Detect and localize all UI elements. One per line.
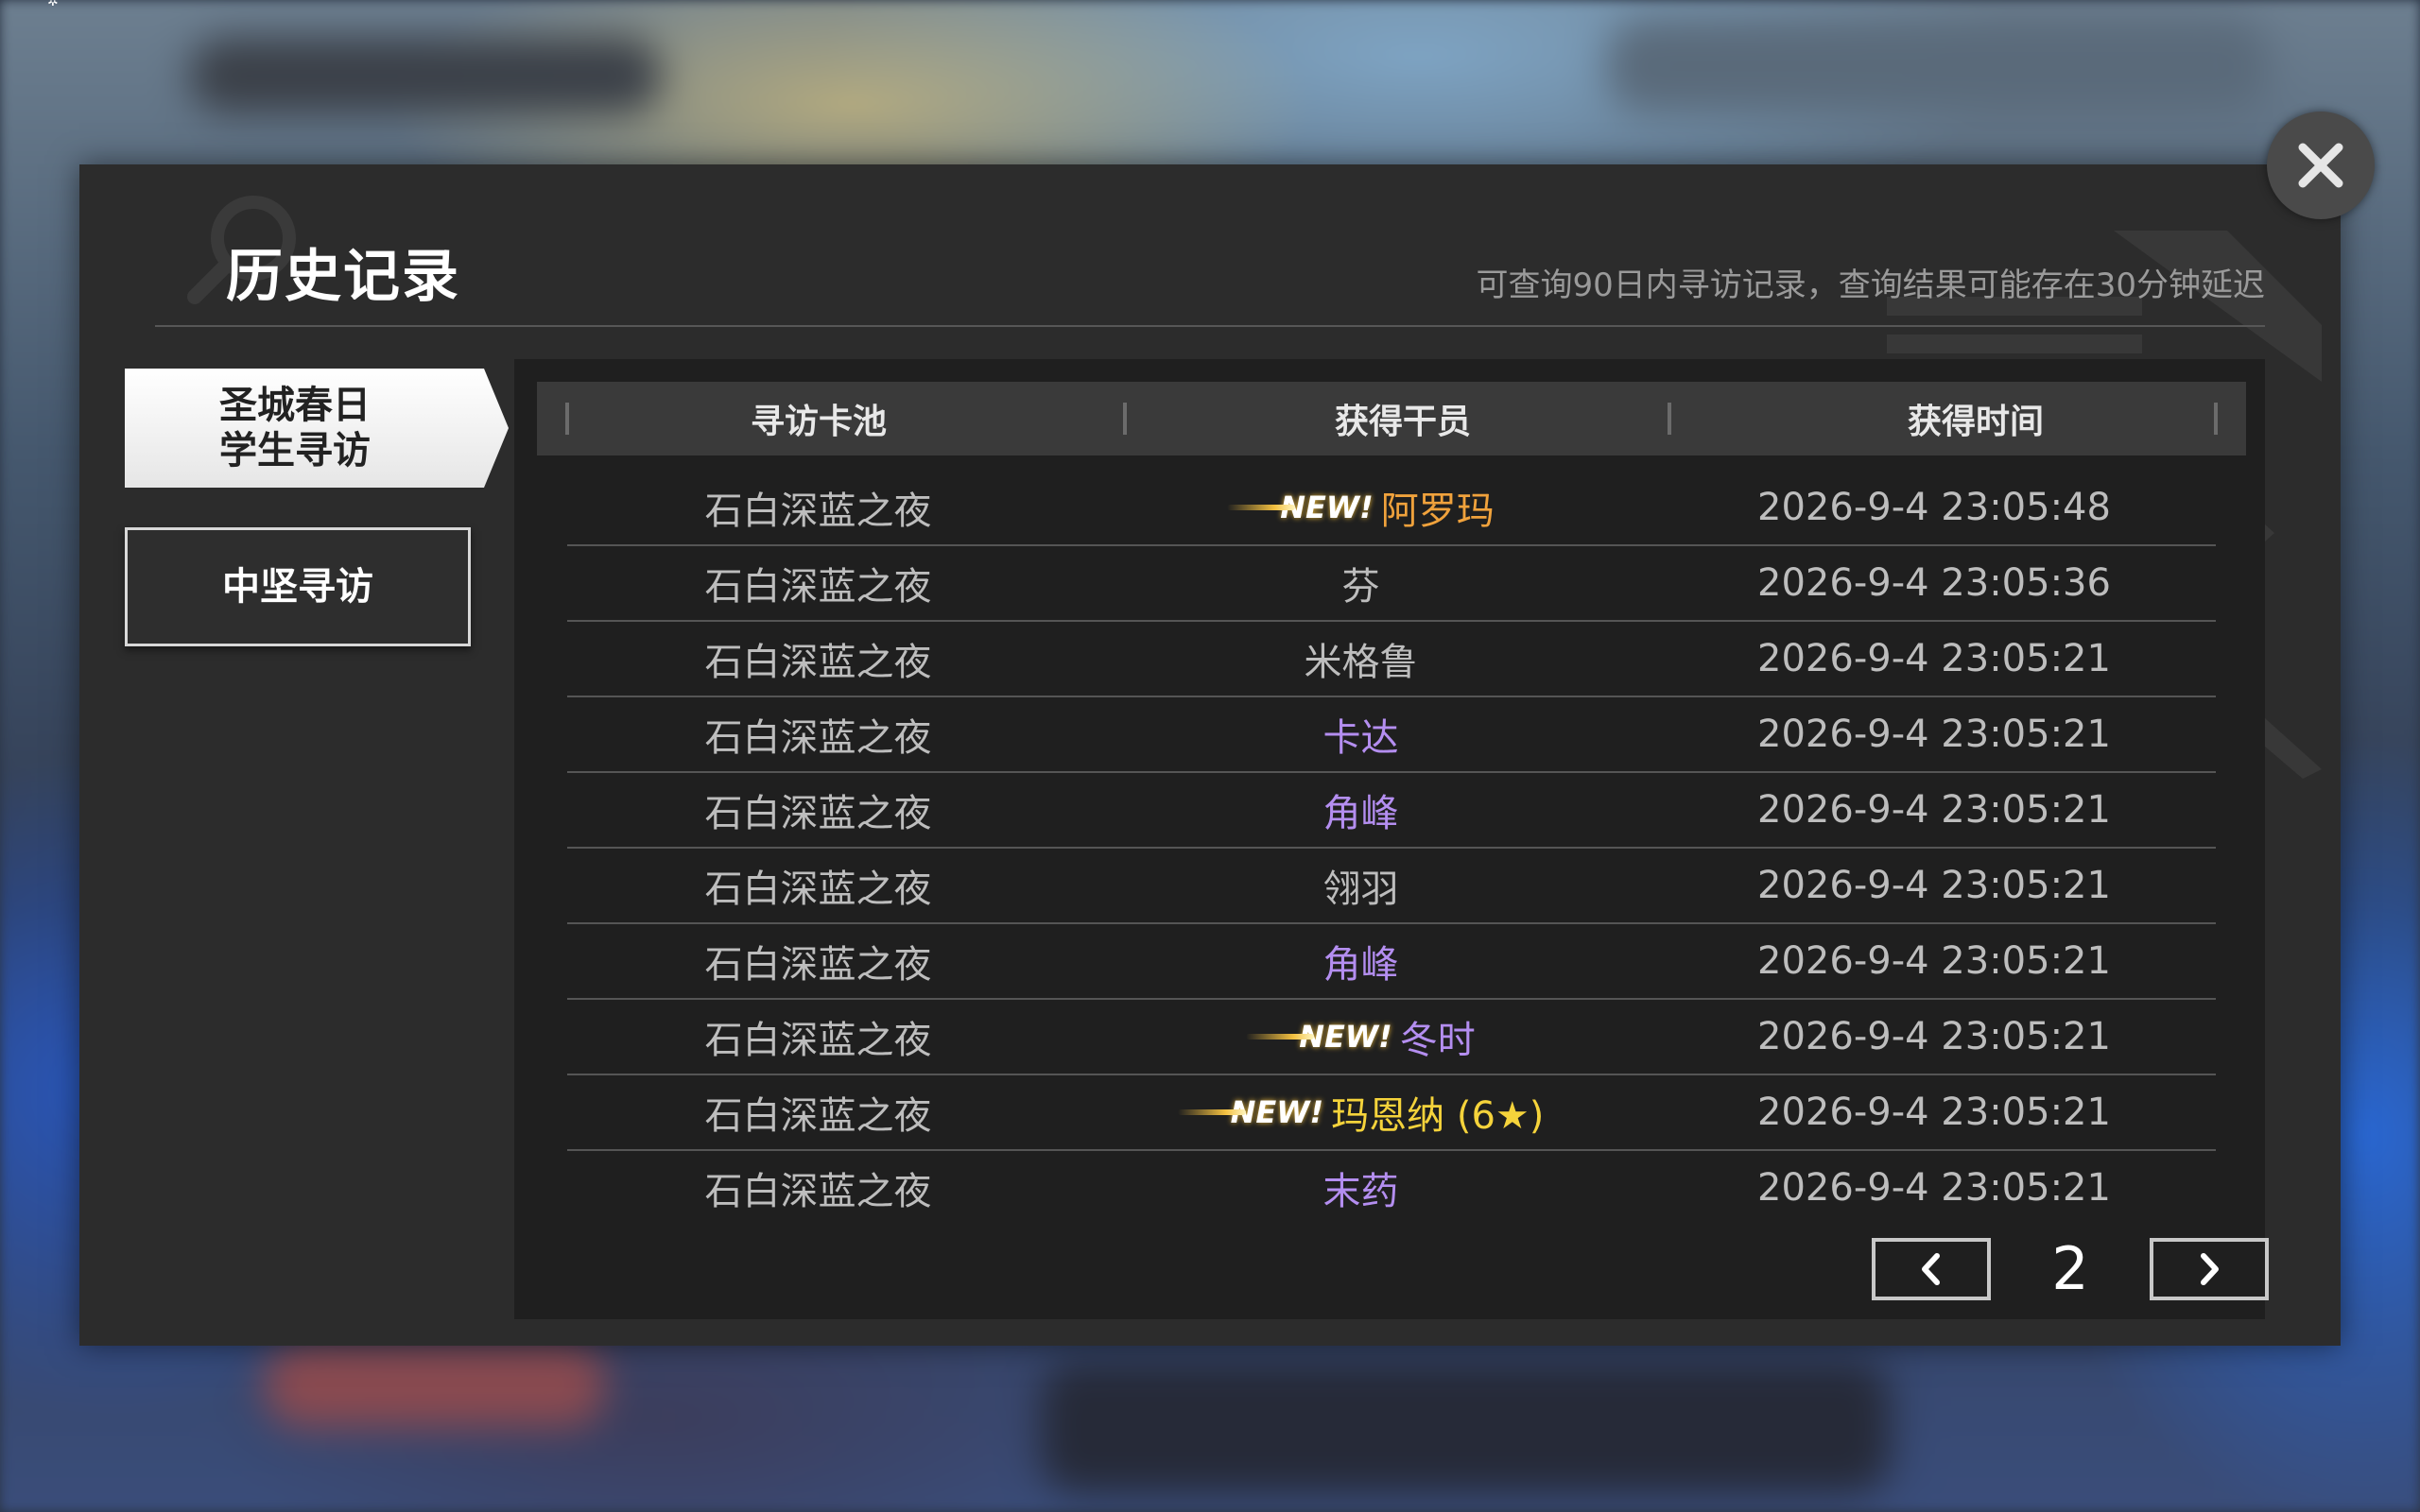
operator-name: 角峰: [1322, 943, 1399, 987]
pool-name: 石白深蓝之夜: [704, 716, 932, 760]
table-row: 石白深蓝之夜 角峰 2026-9-4 23:05:21: [567, 924, 2216, 1000]
header-time: 获得时间: [1907, 403, 2044, 441]
table-row: 石白深蓝之夜 卡达 2026-9-4 23:05:21: [567, 697, 2216, 773]
operator-name: 玛恩纳 (6★): [1331, 1094, 1545, 1138]
pool-name: 石白深蓝之夜: [704, 641, 932, 684]
obtain-time: 2026-9-4 23:05:21: [1757, 1015, 2111, 1058]
obtain-time: 2026-9-4 23:05:21: [1757, 864, 2111, 907]
table-header: 寻访卡池 获得干员 获得时间: [537, 382, 2246, 455]
prev-page-button[interactable]: [1872, 1237, 1991, 1300]
obtain-time: 2026-9-4 23:05:21: [1757, 1166, 2111, 1210]
history-table-panel: 寻访卡池 获得干员 获得时间 石白深蓝之夜 NEW! 阿罗玛 2026-9-4 23:…: [514, 359, 2269, 1319]
pool-name: 石白深蓝之夜: [704, 943, 932, 987]
table-row: 石白深蓝之夜 NEW! 玛恩纳 (6★) 2026-9-4 23:05:21: [567, 1075, 2216, 1151]
new-badge: NEW!: [1177, 1094, 1323, 1130]
tab-label: 中坚寻访: [222, 565, 373, 609]
header-pool: 寻访卡池: [750, 403, 887, 441]
pool-name: 石白深蓝之夜: [704, 565, 932, 609]
operator-cell: 角峰: [1069, 782, 1652, 837]
obtain-time: 2026-9-4 23:05:21: [1757, 939, 2111, 983]
operator-cell: NEW! 冬时: [1069, 1009, 1652, 1064]
dialog-title: 历史记录: [226, 244, 460, 310]
status-bar: ✲: [0, 0, 2420, 13]
chevron-right-icon: [2201, 1252, 2219, 1285]
new-badge: NEW!: [1246, 1019, 1392, 1055]
tab-label: 圣城春日 学生寻访: [219, 384, 371, 472]
table-row: 石白深蓝之夜 芬 2026-9-4 23:05:36: [567, 546, 2216, 622]
pool-name: 石白深蓝之夜: [704, 490, 932, 533]
pool-name: 石白深蓝之夜: [704, 1170, 932, 1213]
table-row: 石白深蓝之夜 NEW! 阿罗玛 2026-9-4 23:05:48: [567, 471, 2216, 546]
operator-name: 冬时: [1399, 1019, 1476, 1062]
operator-name: 角峰: [1322, 792, 1399, 835]
history-dialog: 历史记录 可查询90日内寻访记录，查询结果可能存在30分钟延迟 圣城春日 学生寻…: [79, 164, 2341, 1346]
operator-cell: 末药: [1069, 1160, 1652, 1215]
page-number: 2: [2051, 1234, 2089, 1303]
obtain-time: 2026-9-4 23:05:21: [1757, 637, 2111, 680]
operator-cell: 卡达: [1069, 707, 1652, 762]
notification-icon: ✲: [47, 0, 59, 9]
next-page-button[interactable]: [2150, 1237, 2269, 1300]
table-row: 石白深蓝之夜 末药 2026-9-4 23:05:21: [567, 1151, 2216, 1225]
operator-cell: 角峰: [1069, 934, 1652, 988]
pool-name: 石白深蓝之夜: [704, 868, 932, 911]
pool-name: 石白深蓝之夜: [704, 1019, 932, 1062]
operator-name: 米格鲁: [1304, 641, 1418, 684]
close-button[interactable]: [2267, 112, 2375, 219]
table-row: 石白深蓝之夜 翎羽 2026-9-4 23:05:21: [567, 849, 2216, 924]
table-row: 石白深蓝之夜 角峰 2026-9-4 23:05:21: [567, 773, 2216, 849]
obtain-time: 2026-9-4 23:05:21: [1757, 1091, 2111, 1134]
close-icon: [2298, 143, 2343, 188]
operator-cell: 翎羽: [1069, 858, 1652, 913]
operator-name: 末药: [1322, 1170, 1399, 1213]
pool-name: 石白深蓝之夜: [704, 1094, 932, 1138]
chevron-left-icon: [1922, 1252, 1940, 1285]
pool-name: 石白深蓝之夜: [704, 792, 932, 835]
table-row: 石白深蓝之夜 米格鲁 2026-9-4 23:05:21: [567, 622, 2216, 697]
obtain-time: 2026-9-4 23:05:21: [1757, 788, 2111, 832]
operator-name: 翎羽: [1322, 868, 1399, 911]
operator-cell: 米格鲁: [1069, 631, 1652, 686]
title-divider: [155, 325, 2265, 327]
header-operator: 获得干员: [1334, 403, 1471, 441]
operator-cell: 芬: [1069, 556, 1652, 610]
new-badge: NEW!: [1227, 490, 1374, 525]
operator-name: 卡达: [1322, 716, 1399, 760]
tab-standard-banner[interactable]: 中坚寻访: [125, 527, 471, 646]
operator-name: 芬: [1341, 565, 1380, 609]
pagination: 2: [1872, 1234, 2269, 1303]
obtain-time: 2026-9-4 23:05:48: [1757, 486, 2111, 529]
tab-spring-student-banner[interactable]: 圣城春日 学生寻访: [125, 369, 509, 488]
obtain-time: 2026-9-4 23:05:21: [1757, 713, 2111, 756]
obtain-time: 2026-9-4 23:05:36: [1757, 561, 2111, 605]
table-body: 石白深蓝之夜 NEW! 阿罗玛 2026-9-4 23:05:48 石白深蓝之夜芬 202…: [567, 471, 2216, 1225]
table-row: 石白深蓝之夜 NEW! 冬时 2026-9-4 23:05:21: [567, 1000, 2216, 1075]
query-hint: 可查询90日内寻访记录，查询结果可能存在30分钟延迟: [1476, 266, 2265, 304]
operator-cell: NEW! 阿罗玛: [1069, 480, 1652, 535]
operator-name: 阿罗玛: [1380, 490, 1495, 533]
operator-cell: NEW! 玛恩纳 (6★): [1069, 1085, 1652, 1140]
